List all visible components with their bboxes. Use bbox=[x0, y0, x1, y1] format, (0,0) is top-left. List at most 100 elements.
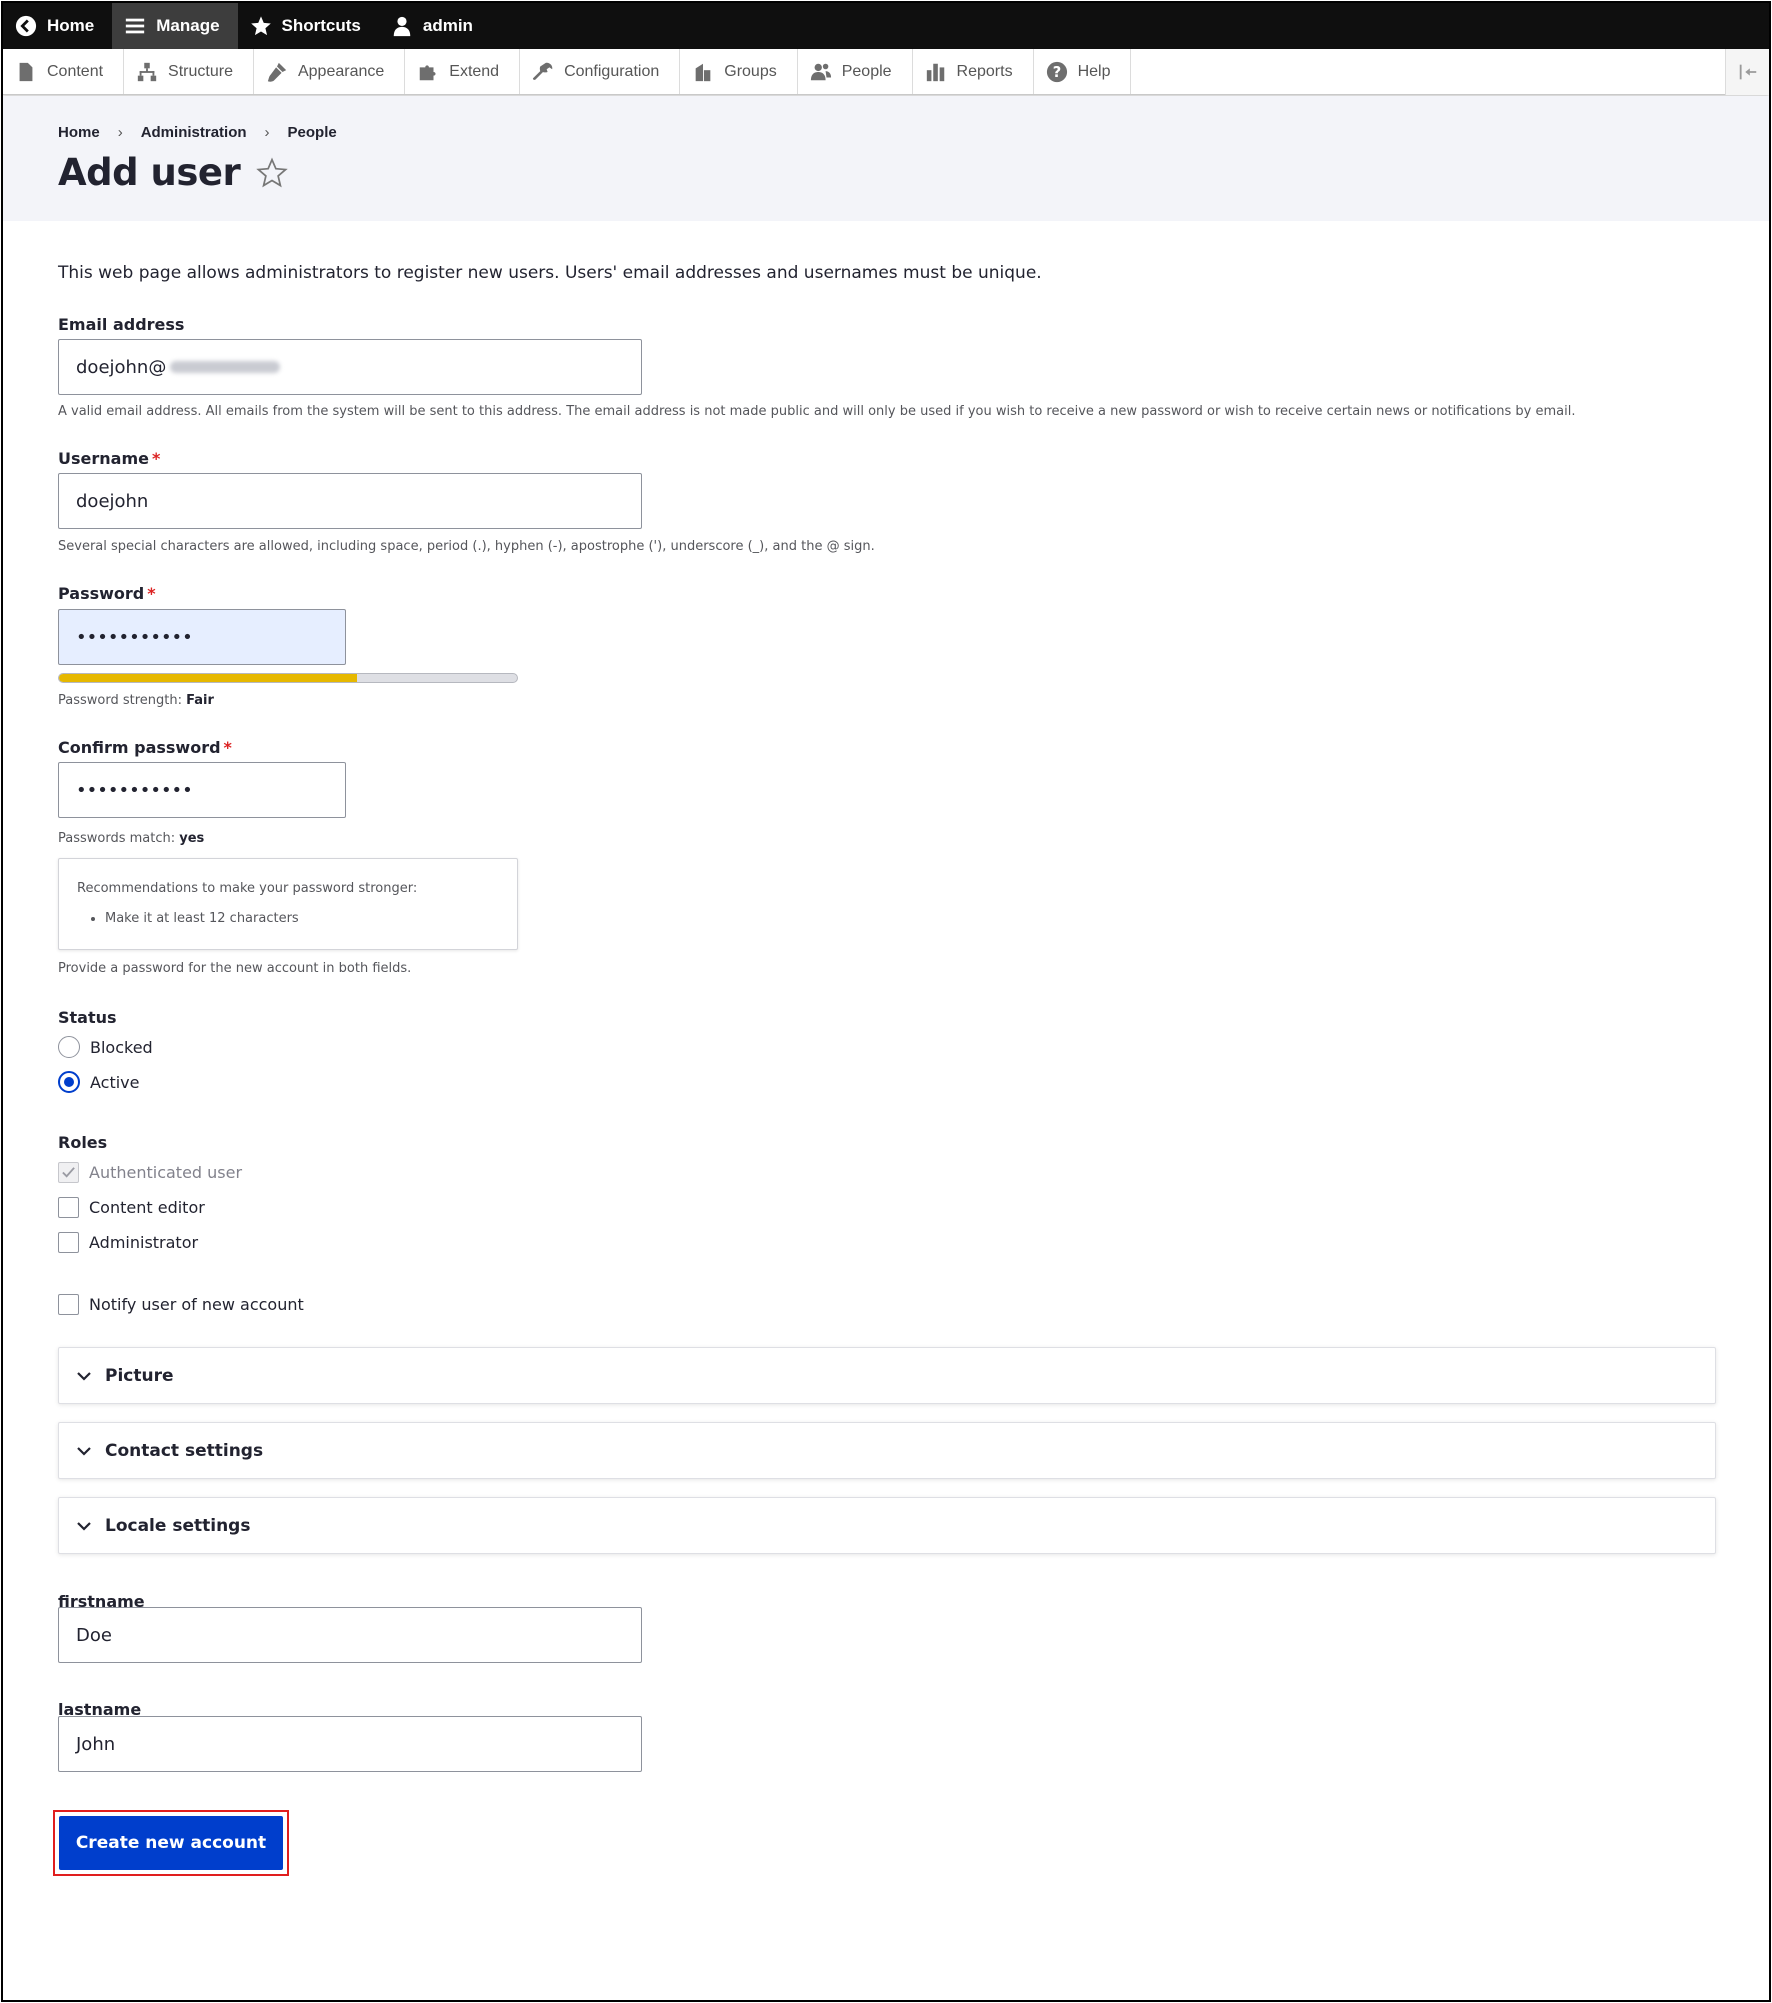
confirm-password-label: Confirm password * bbox=[58, 738, 232, 757]
chevron-down-icon bbox=[77, 1371, 91, 1381]
chevron-down-icon bbox=[77, 1521, 91, 1531]
roles-label: Roles bbox=[58, 1133, 108, 1152]
toolbar-shortcuts[interactable]: Shortcuts bbox=[238, 3, 379, 49]
tray-item-reports[interactable]: Reports bbox=[913, 49, 1034, 94]
sitemap-icon bbox=[137, 62, 157, 81]
breadcrumb-separator: › bbox=[117, 124, 123, 141]
building-icon bbox=[695, 63, 711, 81]
confirm-password-field[interactable]: ••••••••••• bbox=[58, 762, 346, 818]
status-label: Status bbox=[58, 1008, 117, 1027]
email-domain-blurred bbox=[170, 361, 281, 373]
password-match-text: Passwords match: yes bbox=[58, 831, 205, 846]
section-title: Picture bbox=[105, 1365, 174, 1386]
tray-item-label: People bbox=[841, 62, 892, 80]
tray-item-configuration[interactable]: Configuration bbox=[520, 49, 681, 94]
section-picture[interactable]: Picture bbox=[58, 1347, 1716, 1404]
back-circle-icon bbox=[15, 15, 37, 37]
firstname-value: Doe bbox=[76, 1624, 112, 1646]
recommendations-list: Make it at least 12 characters bbox=[105, 911, 499, 926]
toolbar-user-label: admin bbox=[422, 16, 473, 35]
tray-item-label: Configuration bbox=[564, 62, 660, 80]
toolbar-manage-label: Manage bbox=[156, 16, 220, 35]
file-icon bbox=[19, 62, 33, 81]
page-title: Add user bbox=[58, 151, 241, 194]
password-strength-text: Password strength: Fair bbox=[58, 693, 214, 708]
breadcrumb-separator: › bbox=[264, 124, 270, 141]
tray-item-label: Help bbox=[1077, 62, 1111, 80]
breadcrumb-home[interactable]: Home bbox=[58, 124, 100, 141]
tray-item-label: Structure bbox=[168, 62, 233, 80]
lastname-field[interactable]: John bbox=[58, 1716, 642, 1772]
admin-toolbar: Home Manage Shortcuts admin bbox=[3, 3, 1769, 49]
password-strength-bar bbox=[58, 673, 518, 683]
svg-text:?: ? bbox=[1052, 64, 1061, 81]
status-option-blocked[interactable]: Blocked bbox=[58, 1036, 153, 1058]
role-administrator[interactable]: Administrator bbox=[58, 1232, 198, 1253]
section-locale-settings[interactable]: Locale settings bbox=[58, 1497, 1716, 1554]
tray-item-structure[interactable]: Structure bbox=[124, 49, 254, 94]
firstname-field[interactable]: Doe bbox=[58, 1607, 642, 1663]
email-field[interactable]: doejohn@ bbox=[58, 339, 642, 395]
role-content-editor-checkbox[interactable] bbox=[58, 1197, 79, 1218]
password-field[interactable]: ••••••••••• bbox=[58, 609, 346, 665]
toolbar-user[interactable]: admin bbox=[379, 3, 491, 49]
password-strength-fill bbox=[59, 674, 357, 682]
toolbar-manage[interactable]: Manage bbox=[112, 3, 238, 49]
create-account-button[interactable]: Create new account bbox=[59, 1816, 283, 1870]
password-value: ••••••••••• bbox=[76, 626, 193, 648]
collapse-left-icon bbox=[1739, 64, 1756, 80]
tray-orientation-toggle[interactable] bbox=[1725, 49, 1769, 95]
status-option-label: Active bbox=[90, 1072, 140, 1092]
tray-item-content[interactable]: Content bbox=[3, 49, 125, 94]
form-intro: This web page allows administrators to r… bbox=[58, 263, 1042, 283]
submit-highlight: Create new account bbox=[53, 1810, 289, 1876]
user-icon bbox=[393, 16, 411, 37]
status-radio-active[interactable] bbox=[58, 1071, 80, 1093]
toolbar-shortcuts-label: Shortcuts bbox=[281, 16, 361, 35]
tray-item-groups[interactable]: Groups bbox=[680, 49, 798, 94]
breadcrumb-administration[interactable]: Administration bbox=[141, 124, 247, 141]
section-title: Locale settings bbox=[105, 1515, 251, 1536]
bar-chart-icon bbox=[926, 63, 944, 81]
username-label: Username * bbox=[58, 449, 161, 468]
role-label: Authenticated user bbox=[89, 1163, 243, 1182]
breadcrumb-people[interactable]: People bbox=[288, 124, 337, 141]
tray-item-label: Reports bbox=[956, 62, 1013, 80]
tray-item-label: Content bbox=[47, 62, 104, 80]
shortcut-star-icon[interactable] bbox=[256, 156, 288, 189]
status-option-label: Blocked bbox=[90, 1037, 153, 1057]
tray-item-extend[interactable]: Extend bbox=[405, 49, 521, 94]
help-icon: ? bbox=[1046, 61, 1067, 82]
role-authenticated-checkbox bbox=[58, 1162, 79, 1183]
username-value: doejohn bbox=[76, 490, 149, 512]
page-header: Home › Administration › People Add user bbox=[3, 96, 1769, 221]
status-option-active[interactable]: Active bbox=[58, 1071, 140, 1093]
tray-item-people[interactable]: People bbox=[798, 49, 913, 94]
puzzle-icon bbox=[420, 64, 436, 80]
role-administrator-checkbox[interactable] bbox=[58, 1232, 79, 1253]
admin-tray: Content Structure Appearance Extend Conf… bbox=[3, 49, 1769, 95]
username-field[interactable]: doejohn bbox=[58, 473, 642, 529]
username-description: Several special characters are allowed, … bbox=[58, 539, 875, 554]
chevron-down-icon bbox=[77, 1446, 91, 1456]
role-label: Administrator bbox=[89, 1233, 199, 1252]
tray-item-help[interactable]: ? Help bbox=[1034, 49, 1132, 94]
role-authenticated: Authenticated user bbox=[58, 1162, 242, 1183]
password-recommendations: Recommendations to make your password st… bbox=[58, 858, 518, 950]
notify-user-checkbox[interactable] bbox=[58, 1294, 79, 1315]
tray-item-appearance[interactable]: Appearance bbox=[254, 49, 406, 94]
email-value: doejohn@ bbox=[76, 356, 167, 378]
tray-item-label: Appearance bbox=[297, 62, 385, 80]
wrench-icon bbox=[532, 62, 553, 80]
people-icon bbox=[810, 63, 831, 80]
breadcrumb: Home › Administration › People bbox=[58, 124, 337, 141]
tray-item-label: Extend bbox=[449, 62, 500, 80]
status-radio-blocked[interactable] bbox=[58, 1036, 80, 1058]
section-title: Contact settings bbox=[105, 1440, 264, 1461]
star-filled-icon bbox=[250, 16, 271, 36]
role-content-editor[interactable]: Content editor bbox=[58, 1197, 205, 1218]
section-contact-settings[interactable]: Contact settings bbox=[58, 1422, 1716, 1479]
notify-user[interactable]: Notify user of new account bbox=[58, 1294, 304, 1315]
recommendation-item: Make it at least 12 characters bbox=[105, 911, 499, 926]
toolbar-home[interactable]: Home bbox=[3, 3, 112, 49]
